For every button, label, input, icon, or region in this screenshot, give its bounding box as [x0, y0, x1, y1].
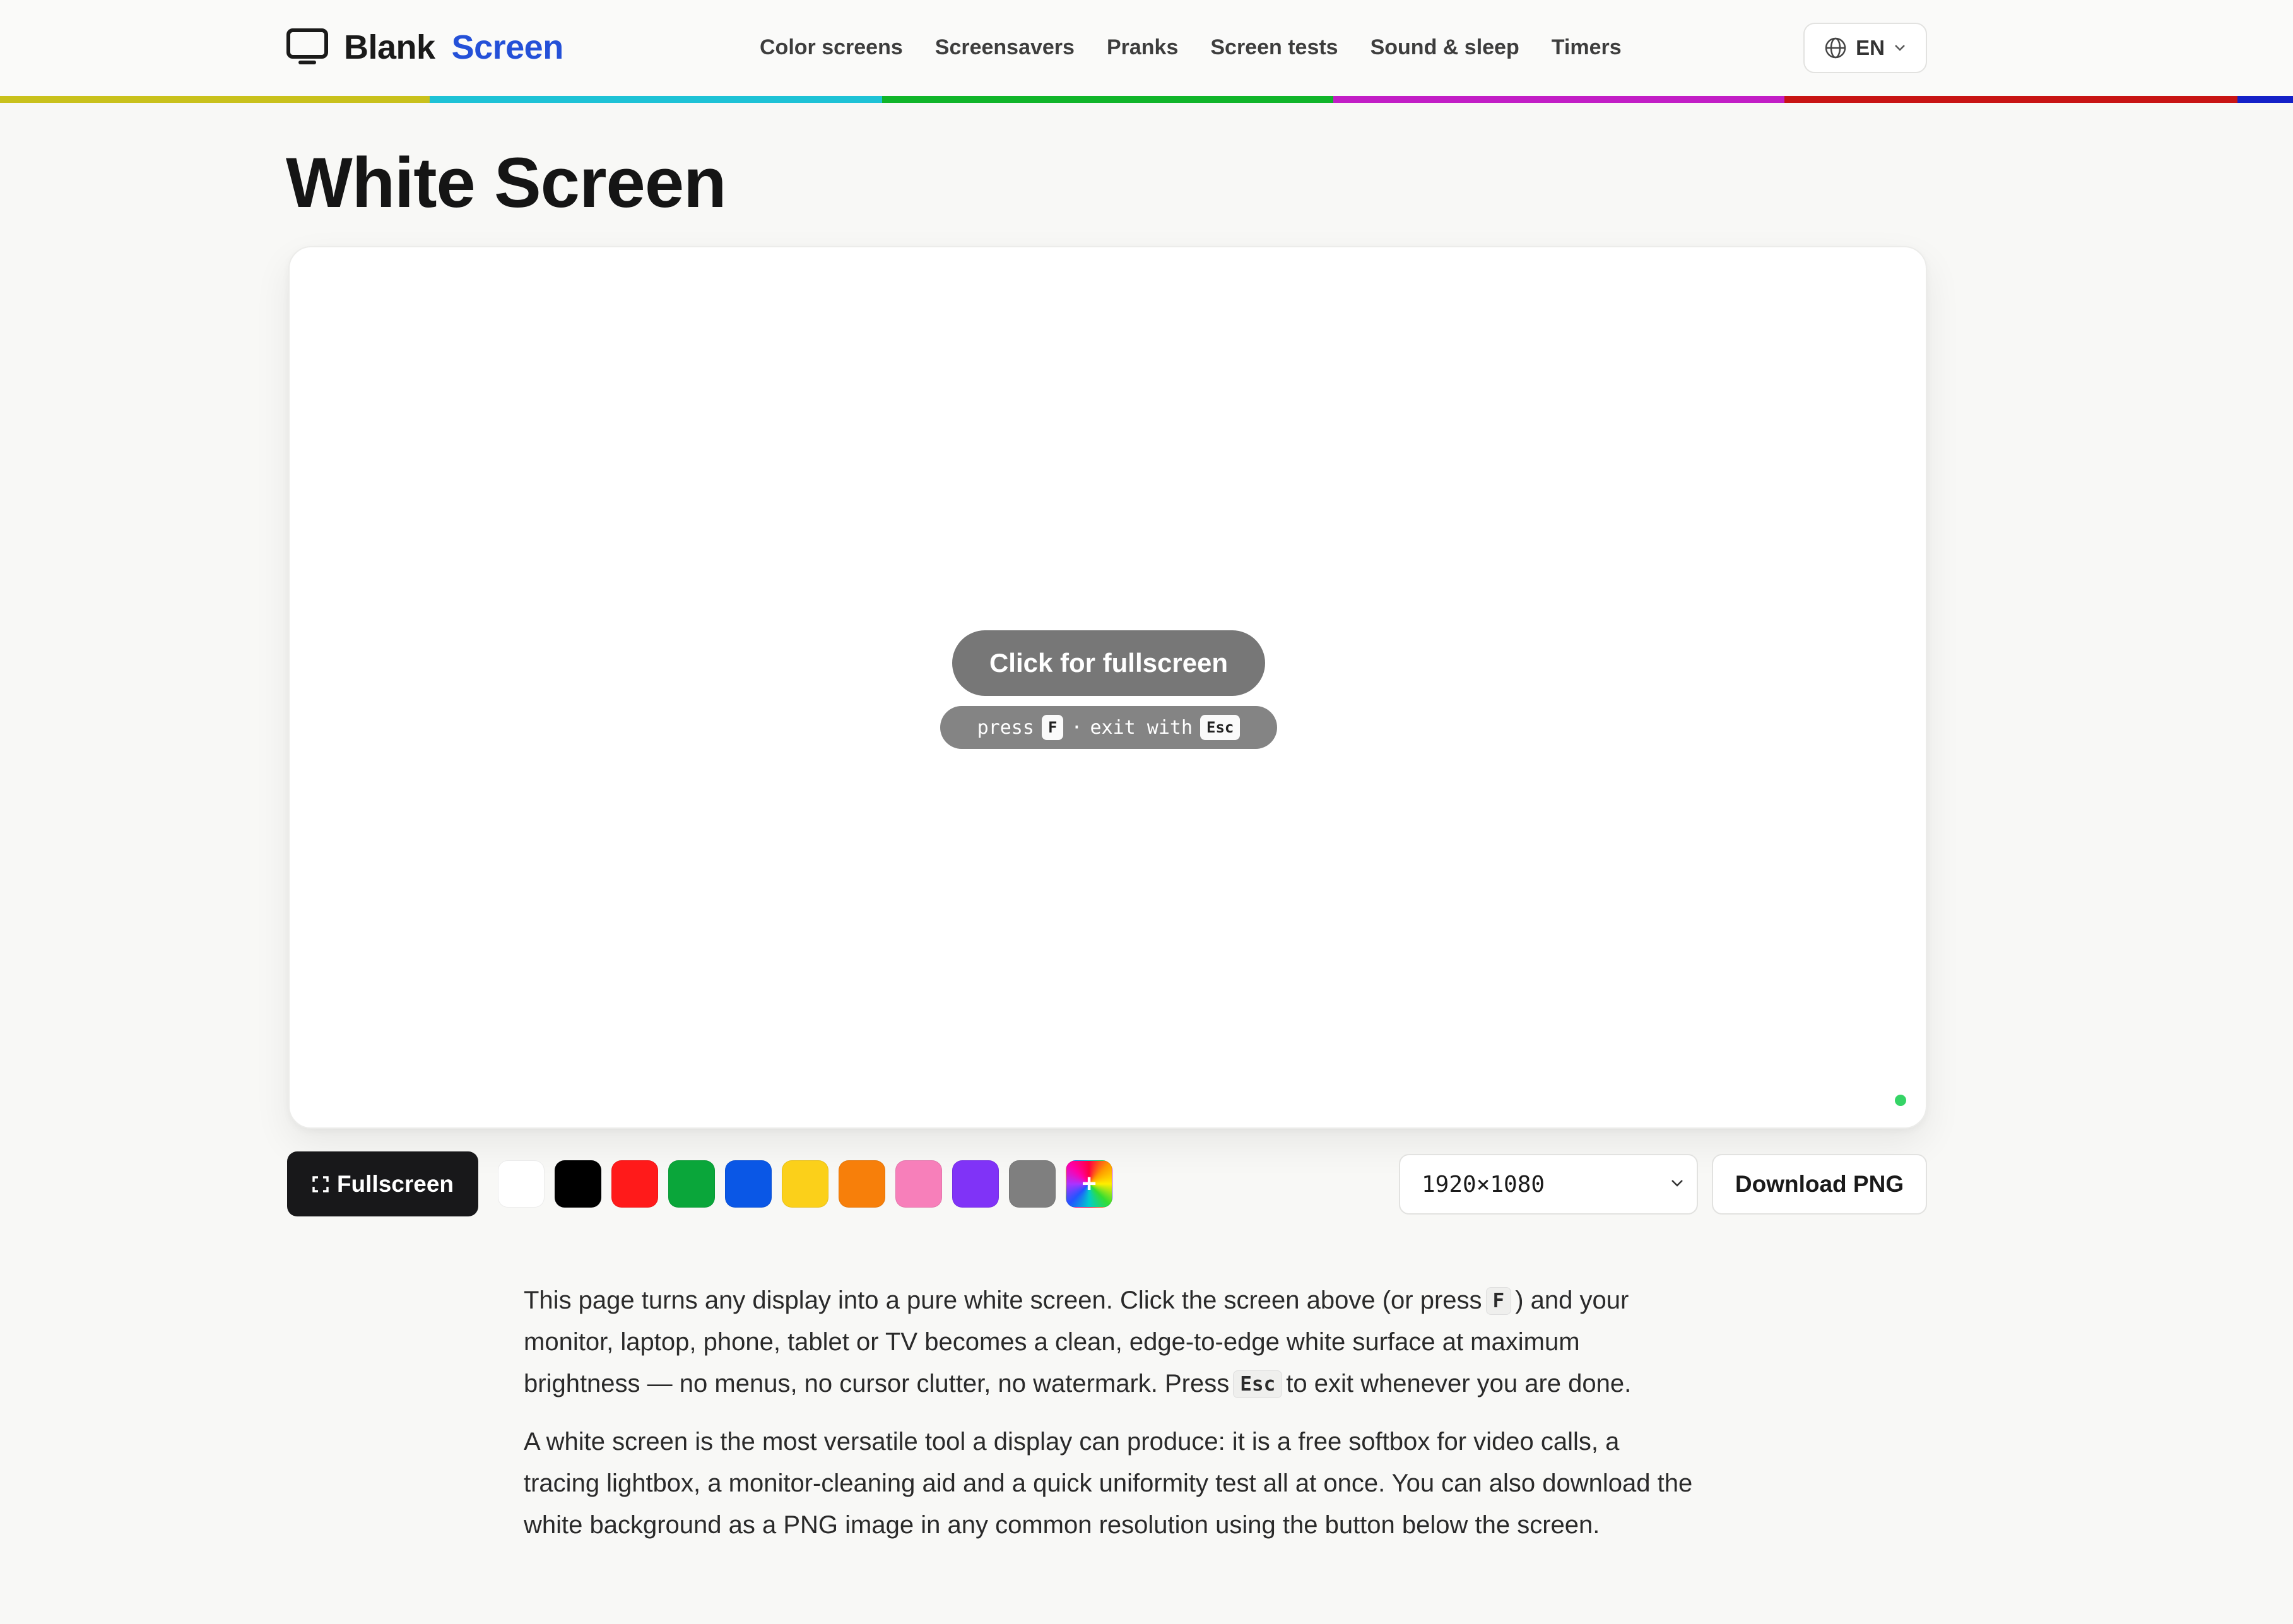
site-header: Blank Screen Color screens Screensavers …: [0, 0, 2293, 103]
nav-pranks[interactable]: Pranks: [1107, 35, 1178, 60]
keyboard-hint: press F · exit with Esc: [940, 706, 1277, 749]
nav-screen-tests[interactable]: Screen tests: [1210, 35, 1338, 60]
swatch-pink[interactable]: [895, 1160, 942, 1208]
swatch-purple[interactable]: [952, 1160, 999, 1208]
page-title: White Screen: [286, 143, 727, 222]
swatch-custom-color[interactable]: +: [1066, 1160, 1112, 1208]
swatch-red[interactable]: [611, 1160, 658, 1208]
fullscreen-button[interactable]: Fullscreen: [287, 1151, 478, 1216]
rainbow-segment: [430, 96, 882, 103]
monitor-icon: [286, 28, 328, 64]
chevron-down-icon: [1671, 1180, 1683, 1187]
rainbow-divider: [0, 96, 2293, 103]
p1-text-c: to exit whenever you are done.: [1286, 1370, 1632, 1397]
expand-corners-icon: [312, 1175, 329, 1192]
logo-word-screen: Screen: [451, 28, 564, 66]
fullscreen-cta[interactable]: Click for fullscreen: [952, 630, 1265, 696]
nav-color-screens[interactable]: Color screens: [760, 35, 903, 60]
page: Blank Screen Color screens Screensavers …: [0, 0, 2293, 1624]
rainbow-segment: [1333, 96, 1784, 103]
rainbow-segment: [2237, 96, 2293, 103]
status-dot: [1895, 1095, 1906, 1106]
swatch-yellow[interactable]: [782, 1160, 828, 1208]
swatch-gray[interactable]: [1009, 1160, 1056, 1208]
swatch-green[interactable]: [668, 1160, 715, 1208]
hint-exit-text: exit with: [1090, 716, 1193, 739]
rainbow-segment: [1784, 96, 2237, 103]
nav-timers[interactable]: Timers: [1552, 35, 1622, 60]
key-esc: Esc: [1200, 715, 1241, 740]
hint-separator: ·: [1071, 716, 1083, 739]
logo-word-blank: Blank: [344, 28, 435, 66]
language-code: EN: [1856, 36, 1885, 59]
swatch-blue[interactable]: [725, 1160, 772, 1208]
screen-preview[interactable]: Click for fullscreen press F · exit with…: [288, 246, 1927, 1129]
nav-screensavers[interactable]: Screensavers: [935, 35, 1075, 60]
swatch-white[interactable]: [498, 1160, 545, 1208]
nav-sound-sleep[interactable]: Sound & sleep: [1370, 35, 1519, 60]
main-nav: Color screens Screensavers Pranks Screen…: [760, 35, 1654, 60]
site-logo[interactable]: Blank Screen: [286, 28, 563, 67]
language-selector[interactable]: EN: [1803, 23, 1927, 73]
description-paragraph-1: This page turns any display into a pure …: [524, 1280, 1697, 1404]
resolution-select[interactable]: 1920×1080: [1399, 1154, 1698, 1215]
color-swatches: +: [498, 1160, 1123, 1208]
fullscreen-button-label: Fullscreen: [336, 1170, 454, 1197]
p1-text-a: This page turns any display into a pure …: [524, 1286, 1482, 1314]
key-f: F: [1041, 715, 1064, 740]
plus-icon: +: [1082, 1170, 1097, 1197]
inline-key-esc: Esc: [1233, 1370, 1283, 1398]
swatch-black[interactable]: [555, 1160, 601, 1208]
swatch-orange[interactable]: [839, 1160, 885, 1208]
globe-icon: [1825, 37, 1846, 59]
inline-key-f: F: [1485, 1287, 1512, 1315]
rainbow-segment: [0, 96, 430, 103]
description-paragraph-2: A white screen is the most versatile too…: [524, 1428, 1693, 1539]
rainbow-segment: [882, 96, 1333, 103]
chevron-down-icon: [1895, 45, 1905, 51]
download-png-button[interactable]: Download PNG: [1712, 1154, 1927, 1215]
hint-press-text: press: [977, 716, 1034, 739]
description: This page turns any display into a pure …: [524, 1280, 1697, 1562]
resolution-value: 1920×1080: [1422, 1171, 1545, 1197]
